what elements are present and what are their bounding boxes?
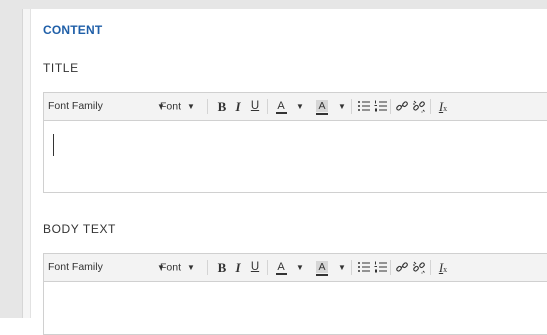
clear-format-sub: x bbox=[443, 265, 448, 274]
left-rail bbox=[0, 0, 22, 318]
background-color-swatch bbox=[316, 274, 328, 276]
toolbar-separator bbox=[430, 99, 431, 114]
text-color-dropdown[interactable]: ▼ bbox=[296, 254, 304, 281]
bullet-list-icon[interactable] bbox=[357, 260, 371, 274]
body-editor-toolbar: Font Family ▼ Font ▼ B I U A ▼ A ▼ Ix bbox=[44, 254, 547, 282]
toolbar-separator bbox=[351, 99, 352, 114]
bullet-list-icon[interactable] bbox=[357, 99, 371, 113]
background-color-button[interactable]: A bbox=[315, 93, 329, 120]
font-family-label: Font Family bbox=[48, 100, 103, 112]
font-size-label: Font bbox=[160, 100, 182, 113]
link-icon[interactable] bbox=[395, 260, 409, 274]
text-color-label: A bbox=[277, 261, 285, 273]
font-family-select[interactable]: Font Family ▼ bbox=[48, 93, 168, 120]
background-color-button[interactable]: A bbox=[315, 254, 329, 281]
body-text-field-label: BODY TEXT bbox=[43, 222, 116, 236]
text-color-button[interactable]: A bbox=[275, 93, 287, 120]
top-band bbox=[0, 0, 547, 9]
toolbar-separator bbox=[430, 260, 431, 275]
toolbar-separator bbox=[267, 260, 268, 275]
text-color-swatch bbox=[276, 273, 287, 275]
underline-button[interactable]: U bbox=[249, 93, 261, 120]
italic-button[interactable]: I bbox=[232, 93, 244, 120]
link-icon[interactable] bbox=[395, 99, 409, 113]
font-family-label: Font Family bbox=[48, 261, 103, 273]
text-color-button[interactable]: A bbox=[275, 254, 287, 281]
background-color-label: A bbox=[316, 261, 328, 273]
font-size-select[interactable]: Font ▼ bbox=[160, 254, 204, 281]
background-color-label: A bbox=[316, 100, 328, 112]
clear-format-sub: x bbox=[443, 104, 448, 113]
underline-button[interactable]: U bbox=[249, 254, 261, 281]
toolbar-separator bbox=[390, 99, 391, 114]
background-color-dropdown[interactable]: ▼ bbox=[338, 93, 346, 120]
numbered-list-icon[interactable] bbox=[374, 99, 388, 113]
title-editor-toolbar: Font Family ▼ Font ▼ B I U A ▼ A ▼ Ix bbox=[44, 93, 547, 121]
chevron-down-icon: ▼ bbox=[186, 102, 195, 111]
section-title: CONTENT bbox=[43, 23, 103, 37]
unlink-icon[interactable] bbox=[412, 99, 426, 113]
text-color-swatch bbox=[276, 112, 287, 114]
numbered-list-icon[interactable] bbox=[374, 260, 388, 274]
background-color-swatch bbox=[316, 113, 328, 115]
toolbar-separator bbox=[390, 260, 391, 275]
italic-button[interactable]: I bbox=[232, 254, 244, 281]
title-editor[interactable]: Font Family ▼ Font ▼ B I U A ▼ A ▼ Ix bbox=[43, 92, 547, 193]
font-size-label: Font bbox=[160, 261, 182, 274]
toolbar-separator bbox=[351, 260, 352, 275]
font-family-select[interactable]: Font Family ▼ bbox=[48, 254, 168, 281]
text-color-dropdown[interactable]: ▼ bbox=[296, 93, 304, 120]
clear-formatting-icon[interactable]: Ix bbox=[435, 93, 451, 120]
text-cursor bbox=[53, 134, 54, 156]
bold-button[interactable]: B bbox=[216, 93, 228, 120]
clear-formatting-icon[interactable]: Ix bbox=[435, 254, 451, 281]
font-size-select[interactable]: Font ▼ bbox=[160, 93, 204, 120]
unlink-icon[interactable] bbox=[412, 260, 426, 274]
text-color-label: A bbox=[277, 100, 285, 112]
bold-button[interactable]: B bbox=[216, 254, 228, 281]
toolbar-separator bbox=[207, 99, 208, 114]
chevron-down-icon: ▼ bbox=[186, 263, 195, 272]
toolbar-separator bbox=[267, 99, 268, 114]
body-text-editor[interactable]: Font Family ▼ Font ▼ B I U A ▼ A ▼ Ix bbox=[43, 253, 547, 335]
toolbar-separator bbox=[207, 260, 208, 275]
title-field-label: TITLE bbox=[43, 61, 79, 75]
background-color-dropdown[interactable]: ▼ bbox=[338, 254, 346, 281]
